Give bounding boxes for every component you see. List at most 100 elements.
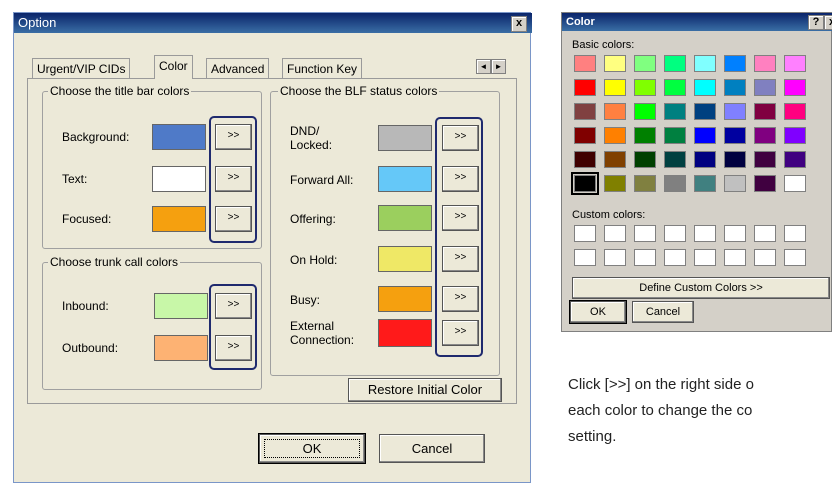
basic-color-swatch[interactable] [604,79,626,96]
basic-color-swatch[interactable] [604,103,626,120]
basic-color-swatch[interactable] [574,79,596,96]
tab-function-key[interactable]: Function Key [282,58,363,79]
custom-color-swatch[interactable] [724,249,746,266]
basic-color-swatch[interactable] [784,175,806,192]
basic-color-swatch[interactable] [784,79,806,96]
basic-color-swatch[interactable] [604,175,626,192]
basic-color-swatch[interactable] [604,55,626,72]
custom-color-swatch[interactable] [574,249,596,266]
custom-color-swatch[interactable] [784,225,806,242]
basic-color-swatch[interactable] [664,127,686,144]
basic-color-swatch[interactable] [724,55,746,72]
basic-color-swatch[interactable] [694,151,716,168]
option-window-title: Option [18,15,57,30]
basic-color-swatch[interactable] [664,103,686,120]
custom-color-swatch[interactable] [724,225,746,242]
basic-color-swatch[interactable] [664,151,686,168]
basic-color-swatch[interactable] [634,79,656,96]
tab-scroll-left-icon[interactable]: ◄ [476,59,491,74]
basic-color-swatch[interactable] [754,127,776,144]
basic-color-swatch[interactable] [754,151,776,168]
basic-color-swatch[interactable] [634,55,656,72]
basic-color-swatch[interactable] [574,103,596,120]
basic-color-swatch[interactable] [634,151,656,168]
basic-color-swatch[interactable] [694,175,716,192]
basic-color-swatch[interactable] [604,151,626,168]
basic-color-swatch[interactable] [724,79,746,96]
basic-color-swatch[interactable] [694,79,716,96]
basic-color-swatch[interactable] [724,175,746,192]
option-title-bar: Option [14,13,532,33]
basic-color-swatch[interactable] [784,127,806,144]
color-dialog-title: Color [566,16,595,28]
basic-color-swatch[interactable] [754,79,776,96]
custom-color-swatch[interactable] [754,249,776,266]
basic-color-swatch[interactable] [694,55,716,72]
tab-color[interactable]: Color [154,55,193,79]
color-dialog: Color ? x Basic colors: Custom colors: D… [561,12,832,332]
custom-color-swatch[interactable] [634,225,656,242]
basic-color-swatch[interactable] [784,151,806,168]
ok-button-label: OK [264,439,360,458]
basic-color-swatch[interactable] [754,103,776,120]
basic-color-swatch[interactable] [634,175,656,192]
custom-color-swatch[interactable] [694,249,716,266]
close-icon[interactable]: x [511,16,527,32]
dnd-locked-label: DND/ Locked: [290,124,333,152]
cancel-button[interactable]: Cancel [379,434,485,463]
custom-color-swatch[interactable] [574,225,596,242]
title-bar-colors-heading: Choose the title bar colors [48,84,192,98]
outbound-label: Outbound: [62,341,119,355]
color-cancel-button[interactable]: Cancel [632,301,694,323]
custom-color-swatch[interactable] [604,225,626,242]
basic-color-swatch[interactable] [574,55,596,72]
custom-color-swatch[interactable] [604,249,626,266]
blf-status-colors-heading: Choose the BLF status colors [278,84,440,98]
basic-color-swatch[interactable] [574,151,596,168]
basic-colors-grid [571,55,814,195]
focused-label: Focused: [62,212,112,226]
define-custom-colors-button[interactable]: Define Custom Colors >> [572,277,830,299]
custom-color-swatch[interactable] [754,225,776,242]
color-dialog-title-bar: Color [562,13,832,31]
basic-color-swatch[interactable] [724,127,746,144]
basic-color-swatch[interactable] [754,175,776,192]
restore-initial-color-button[interactable]: Restore Initial Color [348,378,502,402]
basic-color-swatch[interactable] [664,175,686,192]
background-color-swatch [152,124,206,150]
basic-color-swatch[interactable] [664,55,686,72]
basic-color-swatch[interactable] [664,79,686,96]
color-dialog-close-icon[interactable]: x [824,15,832,30]
option-window: Option x Urgent/VIP CIDs Color Advanced … [13,12,532,483]
help-icon[interactable]: ? [808,15,824,30]
custom-color-swatch[interactable] [784,249,806,266]
basic-color-swatch[interactable] [694,127,716,144]
basic-color-swatch[interactable] [784,55,806,72]
basic-color-swatch[interactable] [754,55,776,72]
tab-urgent-vip-cids[interactable]: Urgent/VIP CIDs [32,58,131,79]
tab-advanced[interactable]: Advanced [206,58,270,79]
basic-color-swatch[interactable] [784,103,806,120]
basic-color-swatch[interactable] [571,172,599,195]
basic-color-swatch[interactable] [574,127,596,144]
basic-color-swatch[interactable] [694,103,716,120]
basic-color-swatch[interactable] [634,127,656,144]
instruction-text: Click [>>] on the right side o each colo… [568,372,832,450]
basic-color-swatch[interactable] [634,103,656,120]
custom-color-swatch[interactable] [664,225,686,242]
text-color-label: Text: [62,172,88,186]
basic-color-swatch[interactable] [724,103,746,120]
forward-all-color-swatch [378,166,432,192]
basic-color-swatch[interactable] [724,151,746,168]
custom-color-swatch[interactable] [664,249,686,266]
custom-color-swatch[interactable] [634,249,656,266]
trunk-buttons-highlight [209,284,257,370]
custom-colors-label: Custom colors: [572,209,646,221]
basic-color-swatch[interactable] [604,127,626,144]
tab-scroll-right-icon[interactable]: ► [491,59,506,74]
trunk-call-colors-heading: Choose trunk call colors [48,255,181,269]
ok-button[interactable]: OK [259,434,365,463]
color-ok-button[interactable]: OK [570,301,626,323]
custom-color-swatch[interactable] [694,225,716,242]
basic-colors-label: Basic colors: [572,39,635,51]
